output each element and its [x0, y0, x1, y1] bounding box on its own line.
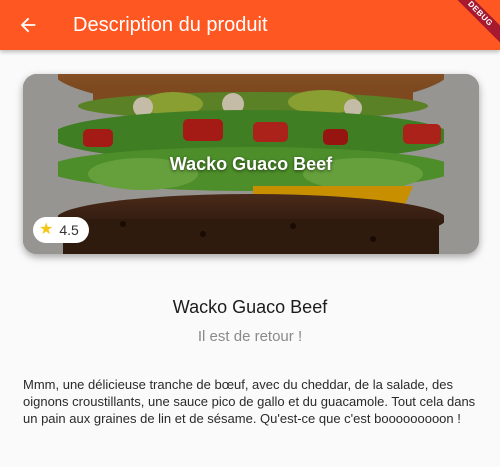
arrow-back-icon: [20, 17, 36, 33]
rating-chip: ★ 4.5: [33, 217, 89, 243]
card-title: Wacko Guaco Beef: [169, 154, 333, 174]
page-title: Description du produit: [73, 14, 268, 36]
product-description: Mmm, une délicieuse tranche de bœuf, ave…: [23, 377, 476, 426]
product-subtitle: Il est de retour !: [197, 328, 303, 345]
product-card[interactable]: Wacko Guaco Beef ★ 4.5: [23, 74, 479, 254]
app-bar: Description du produit: [0, 0, 500, 50]
rating-value: 4.5: [59, 222, 79, 238]
star-icon: ★: [39, 221, 54, 238]
product-name: Wacko Guaco Beef: [172, 297, 328, 317]
back-button[interactable]: [0, 0, 56, 50]
